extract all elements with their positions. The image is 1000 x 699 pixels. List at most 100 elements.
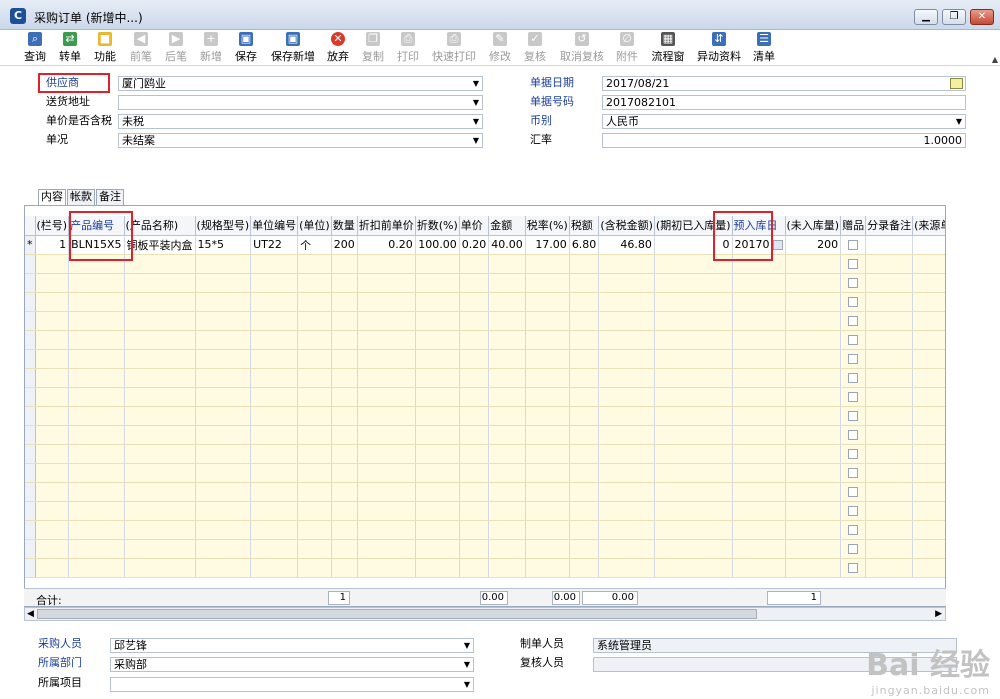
cell-not-in[interactable]: 200 — [785, 235, 842, 255]
empty-table-row[interactable] — [25, 349, 945, 369]
restore-button[interactable]: ❐ — [942, 9, 966, 25]
scroll-up-icon[interactable]: ▲ — [992, 55, 998, 64]
calendar-icon[interactable] — [772, 240, 783, 250]
department-select[interactable]: 采购部 ▼ — [110, 657, 474, 672]
gift-checkbox[interactable] — [848, 544, 859, 554]
tab-content[interactable]: 内容 — [38, 189, 66, 206]
toolbar-transfer-button[interactable]: ⇄ 转单 — [57, 32, 83, 64]
gift-checkbox[interactable] — [848, 411, 859, 421]
empty-table-row[interactable] — [25, 558, 945, 578]
col-price[interactable]: 单价 — [459, 216, 490, 236]
cell-gift[interactable] — [840, 235, 867, 255]
toolbar-flow-button[interactable]: ▦ 流程窗 — [649, 32, 687, 64]
number-field[interactable]: 2017082101 — [602, 95, 966, 110]
date-field[interactable]: 2017/08/21 — [602, 76, 966, 91]
gift-checkbox[interactable] — [848, 278, 859, 288]
col-amount[interactable]: 金额 — [488, 216, 526, 236]
cell-line-note[interactable] — [865, 235, 914, 255]
cell-tax[interactable]: 6.80 — [569, 235, 600, 255]
toolbar-new-button[interactable]: + 新增 — [198, 32, 224, 64]
empty-table-row[interactable] — [25, 330, 945, 350]
table-row[interactable]: * 1 BLN15X5 铜板平装内盒 15*5 UT22 个 200 0.20 … — [25, 235, 945, 255]
empty-table-row[interactable] — [25, 368, 945, 388]
cell-spec[interactable]: 15*5 — [195, 235, 252, 255]
currency-select[interactable]: 人民币 ▼ — [602, 114, 966, 129]
col-discount[interactable]: 折数(%) — [415, 216, 460, 236]
gift-checkbox[interactable] — [848, 563, 859, 573]
gift-checkbox[interactable] — [848, 373, 859, 383]
empty-table-row[interactable] — [25, 482, 945, 502]
empty-table-row[interactable] — [25, 311, 945, 331]
cell-qty[interactable]: 200 — [331, 235, 358, 255]
gift-checkbox[interactable] — [848, 525, 859, 535]
col-unit[interactable]: (单位) — [297, 216, 332, 236]
gift-checkbox[interactable] — [848, 335, 859, 345]
cell-unit-code[interactable]: UT22 — [250, 235, 299, 255]
col-tax[interactable]: 税额 — [569, 216, 600, 236]
tax-included-select[interactable]: 未税 ▼ — [118, 114, 483, 129]
col-qty[interactable]: 数量 — [331, 216, 358, 236]
cell-source-type[interactable] — [912, 235, 945, 255]
calendar-icon[interactable] — [950, 78, 963, 89]
empty-table-row[interactable] — [25, 520, 945, 540]
toolbar-prev-button[interactable]: ◀ 前笔 — [128, 32, 154, 64]
toolbar-print-button[interactable]: ⎙ 打印 — [395, 32, 421, 64]
gift-checkbox[interactable] — [848, 487, 859, 497]
rate-field[interactable]: 1.0000 — [602, 133, 966, 148]
scrollbar-thumb[interactable] — [37, 609, 757, 619]
gift-checkbox[interactable] — [848, 354, 859, 364]
cell-price[interactable]: 0.20 — [459, 235, 490, 255]
col-amount-incl-tax[interactable]: (含税金额) — [598, 216, 655, 236]
gift-checkbox[interactable] — [848, 449, 859, 459]
empty-table-row[interactable] — [25, 406, 945, 426]
status-select[interactable]: 未结案 ▼ — [118, 133, 483, 148]
col-tax-rate[interactable]: 税率(%) — [525, 216, 570, 236]
col-line-note[interactable]: 分录备注 — [865, 216, 914, 236]
gift-checkbox[interactable] — [848, 506, 859, 516]
empty-table-row[interactable] — [25, 273, 945, 293]
gift-checkbox[interactable] — [848, 430, 859, 440]
tab-notes[interactable]: 备注 — [96, 189, 124, 205]
gift-checkbox[interactable] — [848, 240, 859, 250]
gift-checkbox[interactable] — [848, 316, 859, 326]
toolbar-change-button[interactable]: ⇵ 异动资料 — [695, 32, 743, 64]
toolbar-query-button[interactable]: ⌕ 查询 — [22, 32, 48, 64]
col-price-before-discount[interactable]: 折扣前单价 — [357, 216, 416, 236]
col-gift[interactable]: 赠品 — [840, 216, 867, 236]
empty-table-row[interactable] — [25, 292, 945, 312]
col-product-name[interactable]: (产品名称) — [124, 216, 196, 236]
project-select[interactable]: ▼ — [110, 677, 474, 692]
buyer-select[interactable]: 邱艺锋 ▼ — [110, 638, 474, 653]
empty-table-row[interactable] — [25, 425, 945, 445]
cell-line-no[interactable]: 1 — [35, 235, 70, 255]
toolbar-attachment-button[interactable]: ∅ 附件 — [614, 32, 640, 64]
empty-table-row[interactable] — [25, 444, 945, 464]
gift-checkbox[interactable] — [848, 392, 859, 402]
cell-product-name[interactable]: 铜板平装内盒 — [124, 235, 196, 255]
col-spec[interactable]: (规格型号) — [195, 216, 252, 236]
col-line-no[interactable]: (栏号) — [35, 216, 70, 236]
toolbar-copy-button[interactable]: ❐ 复制 — [360, 32, 386, 64]
toolbar-save-button[interactable]: ▣ 保存 — [233, 32, 259, 64]
empty-table-row[interactable] — [25, 254, 945, 274]
scroll-right-icon[interactable]: ▶ — [935, 608, 942, 620]
gift-checkbox[interactable] — [848, 468, 859, 478]
minimize-button[interactable]: ▁ — [914, 9, 938, 25]
address-select[interactable]: ▼ — [118, 95, 483, 110]
horizontal-scrollbar[interactable]: ◀ ▶ — [24, 607, 946, 621]
cell-amount[interactable]: 40.00 — [488, 235, 526, 255]
tab-account[interactable]: 帐款 — [67, 189, 95, 205]
cell-discount[interactable]: 100.00 — [415, 235, 460, 255]
close-button[interactable]: ✕ — [970, 9, 994, 25]
toolbar-next-button[interactable]: ▶ 后笔 — [163, 32, 189, 64]
col-source-type[interactable]: (来源单别 — [912, 216, 945, 236]
toolbar-cancel-button[interactable]: ✕ 放弃 — [325, 32, 351, 64]
empty-table-row[interactable] — [25, 387, 945, 407]
cell-price-before-discount[interactable]: 0.20 — [357, 235, 416, 255]
toolbar-list-button[interactable]: ☰ 清单 — [751, 32, 777, 64]
toolbar-save-new-button[interactable]: ▣ 保存新增 — [268, 32, 318, 64]
col-unit-code[interactable]: 单位编号 — [250, 216, 299, 236]
toolbar-unreview-button[interactable]: ↺ 取消复核 — [558, 32, 606, 64]
toolbar-review-button[interactable]: ✓ 复核 — [522, 32, 548, 64]
toolbar-function-button[interactable]: ■ 功能 — [92, 32, 118, 64]
